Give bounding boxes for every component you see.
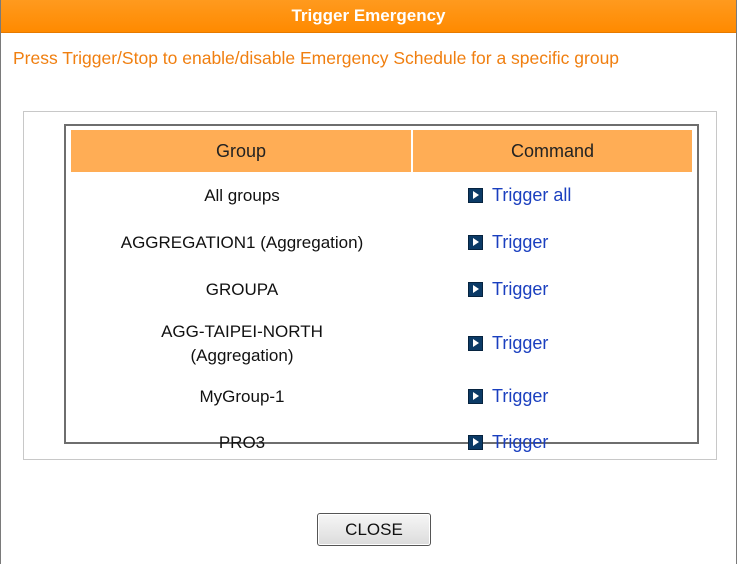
command-cell: Trigger — [413, 220, 692, 266]
trigger-link[interactable]: Trigger — [468, 232, 548, 253]
trigger-link[interactable]: Trigger — [468, 386, 548, 407]
command-cell: Trigger — [413, 266, 692, 314]
dialog-title: Trigger Emergency — [1, 0, 736, 33]
trigger-label: Trigger — [492, 332, 549, 353]
command-cell: Trigger all — [413, 172, 692, 220]
command-cell: Trigger — [413, 314, 692, 374]
play-arrow-icon — [468, 281, 483, 297]
trigger-label: Trigger — [492, 231, 549, 252]
command-cell: Trigger — [413, 420, 692, 466]
table-header-row: Group Command — [71, 130, 692, 172]
group-name: MyGroup-1 — [199, 387, 285, 406]
group-name: All groups — [204, 186, 280, 205]
trigger-label: Trigger — [492, 278, 549, 299]
trigger-label: Trigger — [492, 431, 549, 452]
group-table: Group Command All groups Trigger all AGG… — [71, 130, 692, 466]
table-row: PRO3 Trigger — [71, 420, 692, 466]
play-arrow-icon — [468, 434, 483, 450]
trigger-label: Trigger — [492, 385, 549, 406]
play-arrow-icon — [468, 335, 483, 351]
play-arrow-icon — [468, 234, 483, 250]
column-header-command: Command — [413, 130, 692, 172]
trigger-emergency-dialog: Trigger Emergency Press Trigger/Stop to … — [0, 0, 737, 564]
trigger-link[interactable]: Trigger — [468, 279, 548, 300]
group-table-container: Group Command All groups Trigger all AGG… — [64, 124, 699, 452]
group-name-text: AGG-TAIPEI-NORTH (Aggregation) — [161, 322, 323, 365]
group-name: PRO3 — [218, 433, 266, 452]
trigger-label: Trigger all — [492, 184, 572, 205]
trigger-all-link[interactable]: Trigger all — [468, 185, 571, 206]
group-name: GROUPA — [205, 280, 279, 299]
play-arrow-icon — [468, 187, 483, 203]
close-button[interactable]: CLOSE — [317, 513, 431, 546]
table-row: AGGREGATION1 (Aggregation) Trigger — [71, 220, 692, 266]
column-header-group: Group — [71, 130, 413, 172]
table-row: GROUPA Trigger — [71, 266, 692, 314]
command-cell: Trigger — [413, 374, 692, 420]
group-name: AGG-TAIPEI-NORTH (Aggregation) — [71, 314, 413, 374]
trigger-link[interactable]: Trigger — [468, 432, 548, 453]
group-name: AGGREGATION1 (Aggregation) — [120, 233, 364, 252]
table-row: MyGroup-1 Trigger — [71, 374, 692, 420]
table-row: AGG-TAIPEI-NORTH (Aggregation) Trigger — [71, 314, 692, 374]
trigger-link[interactable]: Trigger — [468, 333, 548, 354]
dialog-description: Press Trigger/Stop to enable/disable Eme… — [13, 48, 620, 68]
play-arrow-icon — [468, 388, 483, 404]
table-row: All groups Trigger all — [71, 172, 692, 220]
